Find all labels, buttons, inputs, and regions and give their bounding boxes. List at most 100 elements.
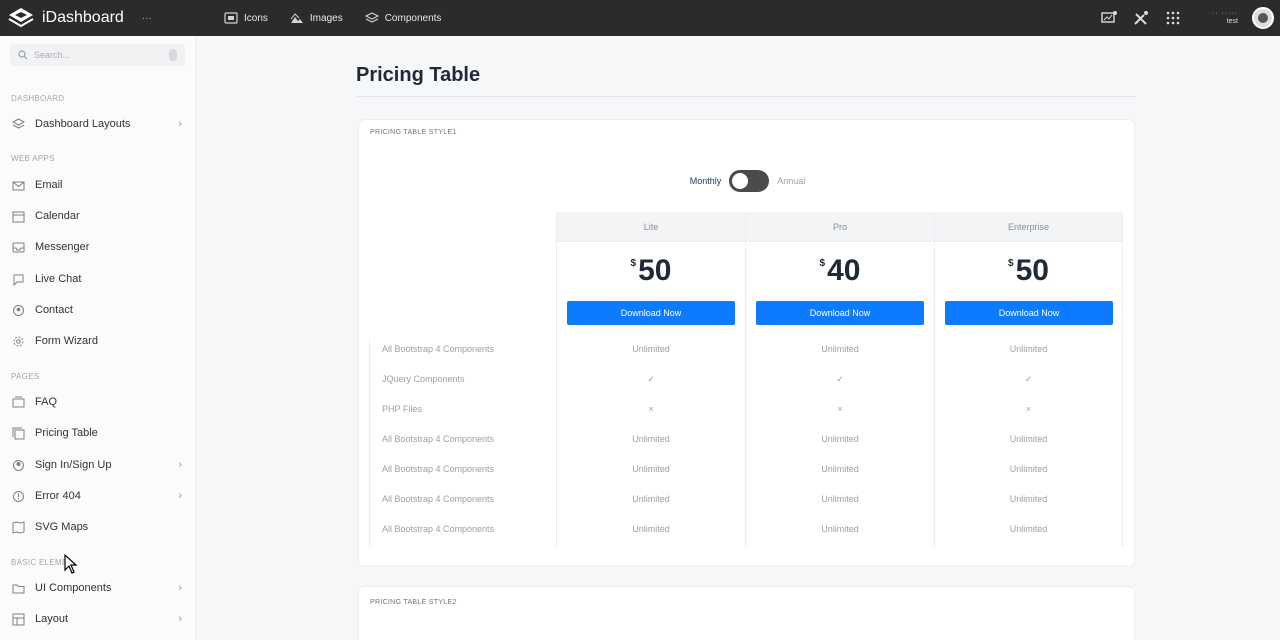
sidebar-item-faq[interactable]: FAQ	[0, 389, 196, 415]
plan-name: Lite	[557, 212, 745, 242]
gear-icon	[13, 336, 24, 346]
plan-name: Enterprise	[935, 212, 1122, 242]
sidebar-item-label: FAQ	[35, 396, 58, 408]
plan-cell: Unlimited	[821, 524, 859, 534]
layout-icon	[12, 613, 25, 625]
price-amount: 50	[1015, 254, 1049, 287]
search-input[interactable]: Search...	[34, 50, 70, 60]
top-right-tools: ·· ····· test	[1100, 0, 1274, 36]
plan-cell: Unlimited	[1009, 464, 1048, 474]
search-icon	[18, 50, 28, 60]
top-nav-images[interactable]: Images	[290, 12, 343, 24]
images-icon	[290, 13, 303, 23]
cross-icon: ×	[1025, 404, 1032, 414]
sidebar-item-label: Pricing Table	[35, 427, 98, 439]
sidebar-item-dashboard-layouts[interactable]: Dashboard Layouts ›	[0, 111, 196, 137]
sidebar-item-email[interactable]: Email	[0, 172, 196, 198]
feature-label: All Bootstrap 4 Components	[382, 434, 495, 444]
plan-cell: Unlimited	[821, 464, 859, 474]
card-label: PRICING TABLE STYLE2	[370, 599, 457, 606]
sidebar-item-label: Calendar	[35, 210, 80, 222]
presentation-icon[interactable]	[1100, 10, 1118, 26]
sidebar-item-label: Contact	[35, 304, 73, 316]
section-title-pages: PAGES	[11, 372, 40, 381]
plan-cell: Unlimited	[632, 344, 670, 354]
check-icon: ✓	[836, 374, 844, 384]
sidebar-item-ui-components[interactable]: UI Components ›	[0, 575, 196, 601]
logo-icon	[8, 8, 34, 28]
plan-price: $40	[746, 254, 934, 288]
plan-price: $50	[935, 254, 1122, 288]
toggle-label-monthly[interactable]: Monthly	[690, 176, 722, 186]
pricing-card-style2: PRICING TABLE STYLE2	[358, 586, 1135, 640]
plan-cell: Unlimited	[632, 464, 670, 474]
top-nav-icons[interactable]: Icons	[224, 12, 268, 24]
billing-toggle-row: Monthly Annual	[359, 170, 1136, 192]
check-icon: ✓	[647, 374, 655, 384]
feature-list: All Bootstrap 4 Components JQuery Compon…	[369, 338, 556, 548]
feature-label: JQuery Components	[382, 374, 465, 384]
plan-cell: Unlimited	[1009, 434, 1048, 444]
faq-icon	[12, 396, 25, 407]
chevron-right-icon: ›	[178, 118, 182, 130]
top-nav-components[interactable]: Components	[364, 12, 442, 24]
chevron-right-icon: ›	[178, 490, 182, 502]
page-title: Pricing Table	[356, 64, 481, 86]
sidebar-item-label: Messenger	[35, 241, 90, 253]
cross-icon: ×	[837, 404, 843, 414]
cross-icon: ×	[648, 404, 654, 414]
sidebar-item-label: Sign In/Sign Up	[35, 459, 112, 471]
sidebar: Search... DASHBOARD Dashboard Layouts › …	[0, 36, 196, 640]
sidebar-item-label: Dashboard Layouts	[35, 118, 131, 130]
billing-toggle-switch[interactable]	[729, 170, 770, 192]
calendar-icon	[12, 211, 25, 222]
sidebar-item-error-404[interactable]: Error 404 ›	[0, 483, 196, 509]
brand[interactable]: iDashboard ···	[8, 7, 168, 29]
map-icon	[12, 520, 25, 534]
microphone-icon[interactable]	[169, 49, 177, 61]
plan-cell: Unlimited	[632, 434, 670, 444]
title-divider	[356, 96, 1136, 97]
apps-grid-icon[interactable]	[1164, 10, 1182, 26]
alert-icon	[13, 490, 24, 502]
sidebar-item-label: Form Wizard	[35, 335, 98, 347]
brand-menu-toggle[interactable]: ···	[142, 13, 152, 24]
sidebar-item-calendar[interactable]: Calendar	[0, 203, 196, 229]
sidebar-item-pricing-table[interactable]: Pricing Table	[0, 420, 196, 446]
feature-label: All Bootstrap 4 Components	[382, 524, 495, 534]
components-icon	[364, 12, 379, 23]
user-name: test	[1226, 18, 1238, 25]
top-bar: iDashboard ··· Icons Images Components ·…	[0, 0, 1280, 36]
layers-icon	[12, 117, 25, 129]
sidebar-item-form-wizard[interactable]: Form Wizard	[0, 328, 196, 354]
sidebar-item-label: Email	[35, 179, 63, 191]
plan-pro: Pro $40 Download Now Unlimited ✓ × Unlim…	[745, 212, 934, 548]
sidebar-item-svg-maps[interactable]: SVG Maps	[0, 514, 196, 540]
feature-label: All Bootstrap 4 Components	[382, 464, 495, 474]
download-now-button[interactable]: Download Now	[756, 301, 924, 325]
sidebar-item-label: Layout	[35, 613, 69, 625]
plan-cell: Unlimited	[821, 434, 859, 444]
currency-symbol: $	[1008, 258, 1014, 269]
chevron-right-icon: ›	[178, 459, 182, 471]
sidebar-item-layout[interactable]: Layout ›	[0, 606, 196, 632]
download-now-button[interactable]: Download Now	[567, 301, 735, 325]
top-nav-components-label: Components	[384, 12, 442, 24]
tools-icon[interactable]	[1132, 10, 1150, 26]
user-status: ·· ·····	[1211, 10, 1238, 17]
sidebar-item-sign-in-sign-up[interactable]: Sign In/Sign Up ›	[0, 452, 196, 478]
sidebar-search[interactable]: Search...	[10, 44, 185, 66]
price-amount: 40	[827, 254, 861, 287]
top-nav-icons-label: Icons	[244, 12, 268, 24]
sidebar-item-messenger[interactable]: Messenger	[0, 234, 196, 260]
sidebar-item-contact[interactable]: Contact	[0, 297, 196, 323]
sidebar-item-live-chat[interactable]: Live Chat	[0, 266, 196, 292]
download-now-button[interactable]: Download Now	[945, 301, 1113, 325]
chevron-right-icon: ›	[178, 613, 182, 625]
avatar[interactable]	[1252, 7, 1274, 29]
toggle-label-annual[interactable]: Annual	[777, 176, 805, 186]
feature-label: All Bootstrap 4 Components	[382, 494, 495, 504]
chat-icon	[13, 274, 24, 286]
user-info[interactable]: ·· ····· test	[1212, 10, 1238, 26]
currency-symbol: $	[630, 258, 637, 269]
